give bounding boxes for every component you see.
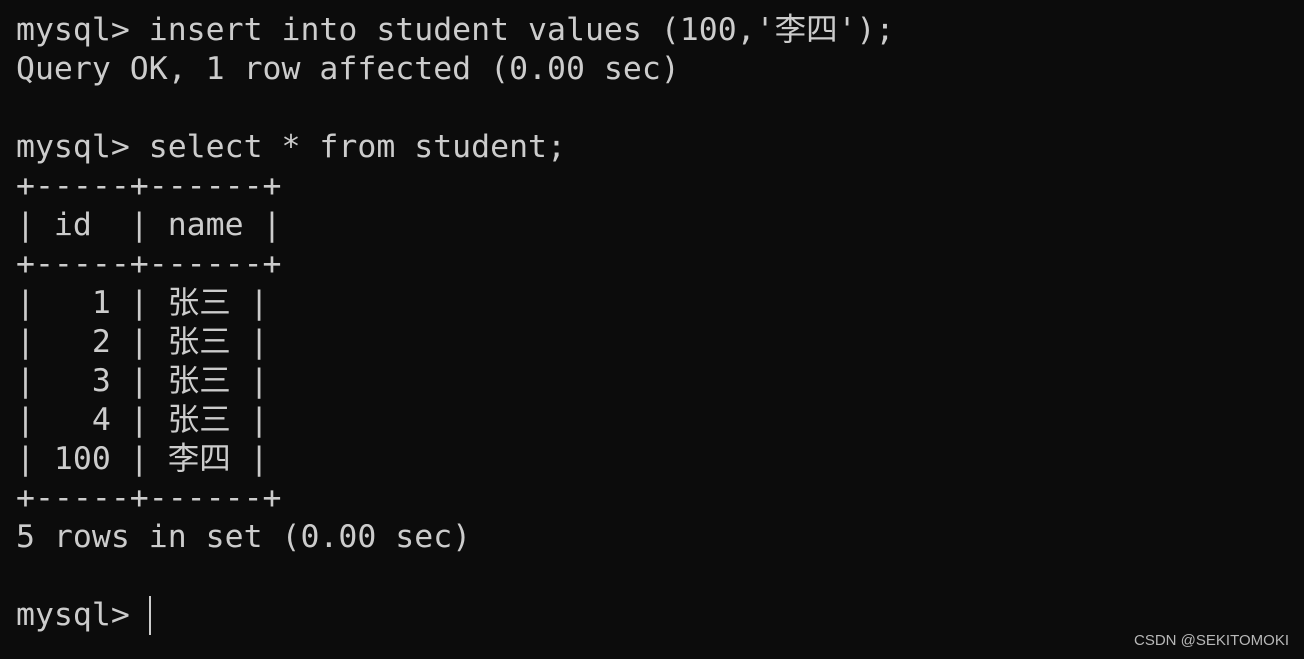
table-border: +-----+------+ (16, 480, 282, 516)
table-row: | 1 | 张三 | (16, 285, 269, 321)
table-row: | 100 | 李四 | (16, 441, 269, 477)
prompt-line[interactable]: mysql> (16, 596, 894, 635)
table-border: +-----+------+ (16, 168, 282, 204)
text-cursor (148, 596, 151, 635)
table-row: | 2 | 张三 | (16, 324, 269, 360)
terminal-output[interactable]: mysql> insert into student values (100,'… (16, 11, 894, 635)
table-row: | 4 | 张三 | (16, 402, 269, 438)
terminal-line: mysql> insert into student values (100,'… (16, 12, 895, 48)
table-border: +-----+------+ (16, 246, 282, 282)
terminal-line: mysql> select * from student; (16, 129, 566, 165)
prompt: mysql> (16, 597, 149, 633)
terminal-line: 5 rows in set (0.00 sec) (16, 519, 472, 555)
watermark: CSDN @SEKITOMOKI (1134, 632, 1289, 649)
table-row: | 3 | 张三 | (16, 363, 269, 399)
table-header: | id | name | (16, 207, 282, 243)
terminal-line: Query OK, 1 row affected (0.00 sec) (16, 51, 680, 87)
